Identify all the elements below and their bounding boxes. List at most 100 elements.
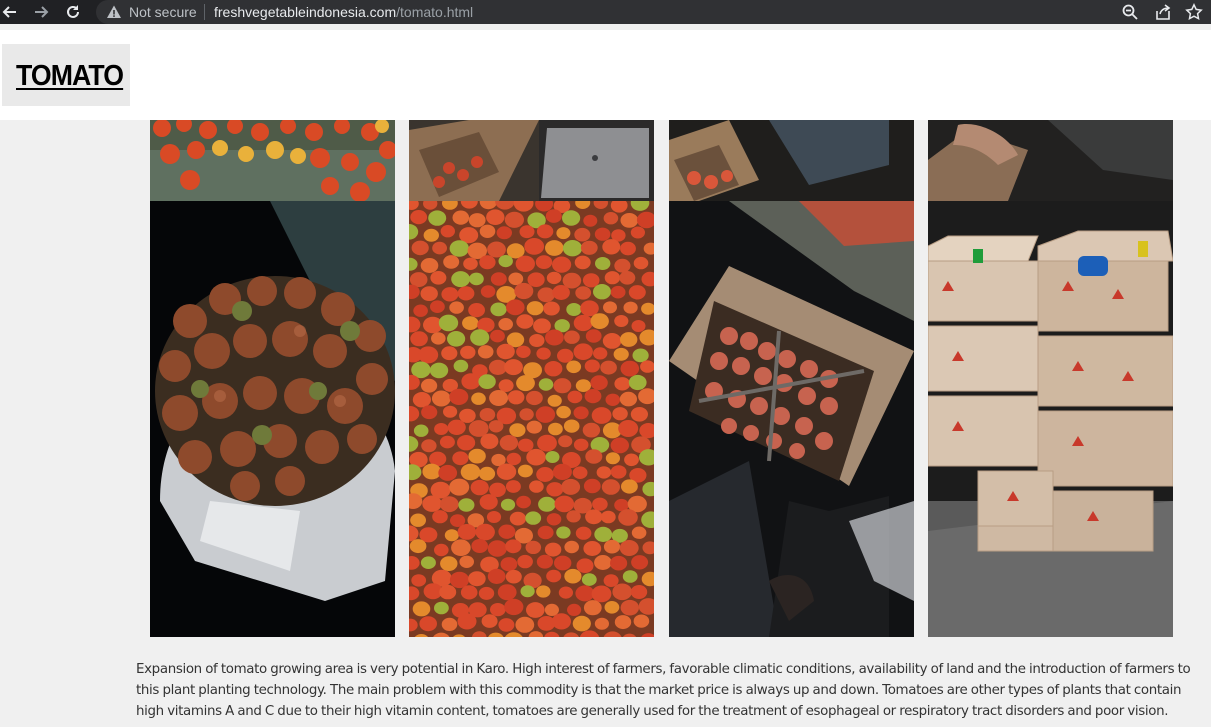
tomato-shape: [567, 390, 583, 404]
tomato-shape: [443, 405, 458, 418]
tomato-shape: [556, 227, 571, 240]
tomato-shape: [630, 226, 645, 239]
tomato-shape: [506, 452, 522, 466]
tomato-shape: [505, 569, 522, 584]
tomato-shape: [561, 478, 581, 495]
tomato-shape: [591, 407, 612, 424]
tomato-shape: [480, 285, 496, 298]
tomato-shape: [468, 448, 486, 464]
page-title[interactable]: TOMATO: [16, 60, 124, 93]
tomato-shape: [596, 466, 612, 479]
tomato-photo-3-top: [669, 120, 914, 201]
tomato-shape: [496, 463, 517, 480]
tomato-shape: [593, 284, 611, 300]
tomato-shape: [411, 240, 429, 256]
tomato-shape: [595, 257, 611, 270]
tomato-shape: [564, 540, 579, 554]
tomato-shape: [449, 478, 470, 496]
tomato-shape: [556, 405, 571, 419]
tomato-shape: [419, 616, 437, 632]
tomato-shape: [545, 451, 560, 463]
tomato-shape: [614, 258, 631, 273]
url-text[interactable]: freshvegetableindonesia.com/tomato.html: [214, 3, 473, 21]
tomato-shape: [487, 540, 507, 557]
tomato-shape: [576, 558, 594, 573]
tomato-shape: [633, 614, 650, 628]
tomato-shape: [453, 359, 469, 373]
reload-icon[interactable]: [63, 2, 83, 22]
tomato-shape: [583, 214, 598, 227]
tomato-shape: [410, 210, 428, 225]
arrow-left-icon[interactable]: [0, 2, 20, 22]
tomato-shape: [529, 334, 545, 347]
tomato-shape: [498, 618, 515, 632]
warning-icon[interactable]: [106, 4, 122, 20]
tomato-shape: [548, 422, 563, 436]
tomato-shape: [509, 423, 526, 437]
tomato-shape: [633, 256, 649, 270]
page-title-box[interactable]: TOMATO: [2, 44, 130, 106]
tomato-shape: [585, 509, 603, 525]
tomato-shape: [478, 466, 496, 481]
tomato-shape: [620, 599, 639, 616]
tomato-shape: [575, 526, 592, 540]
tomato-shape: [413, 424, 429, 437]
tomato-shape: [506, 299, 525, 316]
share-icon[interactable]: [1154, 3, 1172, 21]
tomato-shape: [486, 209, 505, 225]
tomato-shape: [631, 320, 646, 332]
tomato-shape: [520, 585, 535, 598]
tomato-shape: [479, 255, 496, 270]
tomato-shape: [619, 391, 637, 407]
tomato-shape: [543, 301, 560, 316]
tomato-shape: [526, 390, 543, 406]
tomato-shape: [423, 228, 439, 242]
tomato-shape: [519, 408, 534, 421]
tomato-shape: [564, 330, 580, 344]
tomato-shape: [490, 603, 506, 617]
tomato-shape: [432, 241, 447, 255]
url-domain: freshvegetableindonesia.com: [214, 4, 397, 20]
tomato-shape: [411, 574, 427, 587]
tomato-shape: [434, 423, 449, 435]
star-icon[interactable]: [1185, 3, 1203, 21]
tomato-shape: [583, 600, 602, 616]
tomato-shape: [412, 392, 431, 408]
tomato-shape: [500, 498, 516, 511]
security-status[interactable]: Not secure: [129, 3, 197, 21]
tomato-shape: [486, 511, 502, 523]
tomato-shape: [631, 555, 649, 570]
tomato-shape: [575, 286, 592, 300]
tomato-shape: [600, 360, 617, 375]
tomato-shape: [422, 495, 442, 512]
tomato-shape: [515, 255, 535, 272]
tomato-shape: [461, 373, 481, 390]
tomato-shape: [545, 329, 564, 346]
tomato-shape: [452, 210, 470, 225]
tomato-shape: [516, 345, 531, 358]
tomato-shape: [439, 435, 455, 449]
tomato-shape: [582, 422, 601, 438]
tomato-shape: [533, 318, 551, 334]
tomato-shape: [557, 348, 574, 363]
tomato-shape: [479, 408, 496, 422]
tomato-shape: [573, 343, 593, 360]
tomato-shape: [630, 585, 648, 599]
tomato-shape: [413, 304, 428, 317]
tomato-shape: [558, 435, 573, 448]
tomato-shape: [457, 286, 475, 301]
tomato-shape: [516, 375, 535, 392]
zoom-icon[interactable]: [1121, 3, 1139, 21]
browser-toolbar: Not secure freshvegetableindonesia.com/t…: [0, 0, 1211, 24]
tomato-shape: [429, 362, 449, 379]
tomato-shape: [628, 285, 646, 300]
arrow-right-icon[interactable]: [31, 2, 51, 22]
tomato-shape: [630, 407, 648, 422]
tomato-shape: [444, 529, 459, 542]
tomato-shape: [585, 449, 603, 464]
tomato-shape: [504, 359, 523, 376]
tomato-shape: [610, 285, 626, 299]
tomato-shape: [544, 361, 563, 377]
tomato-shape: [498, 379, 514, 392]
tomato-shape: [536, 347, 551, 360]
